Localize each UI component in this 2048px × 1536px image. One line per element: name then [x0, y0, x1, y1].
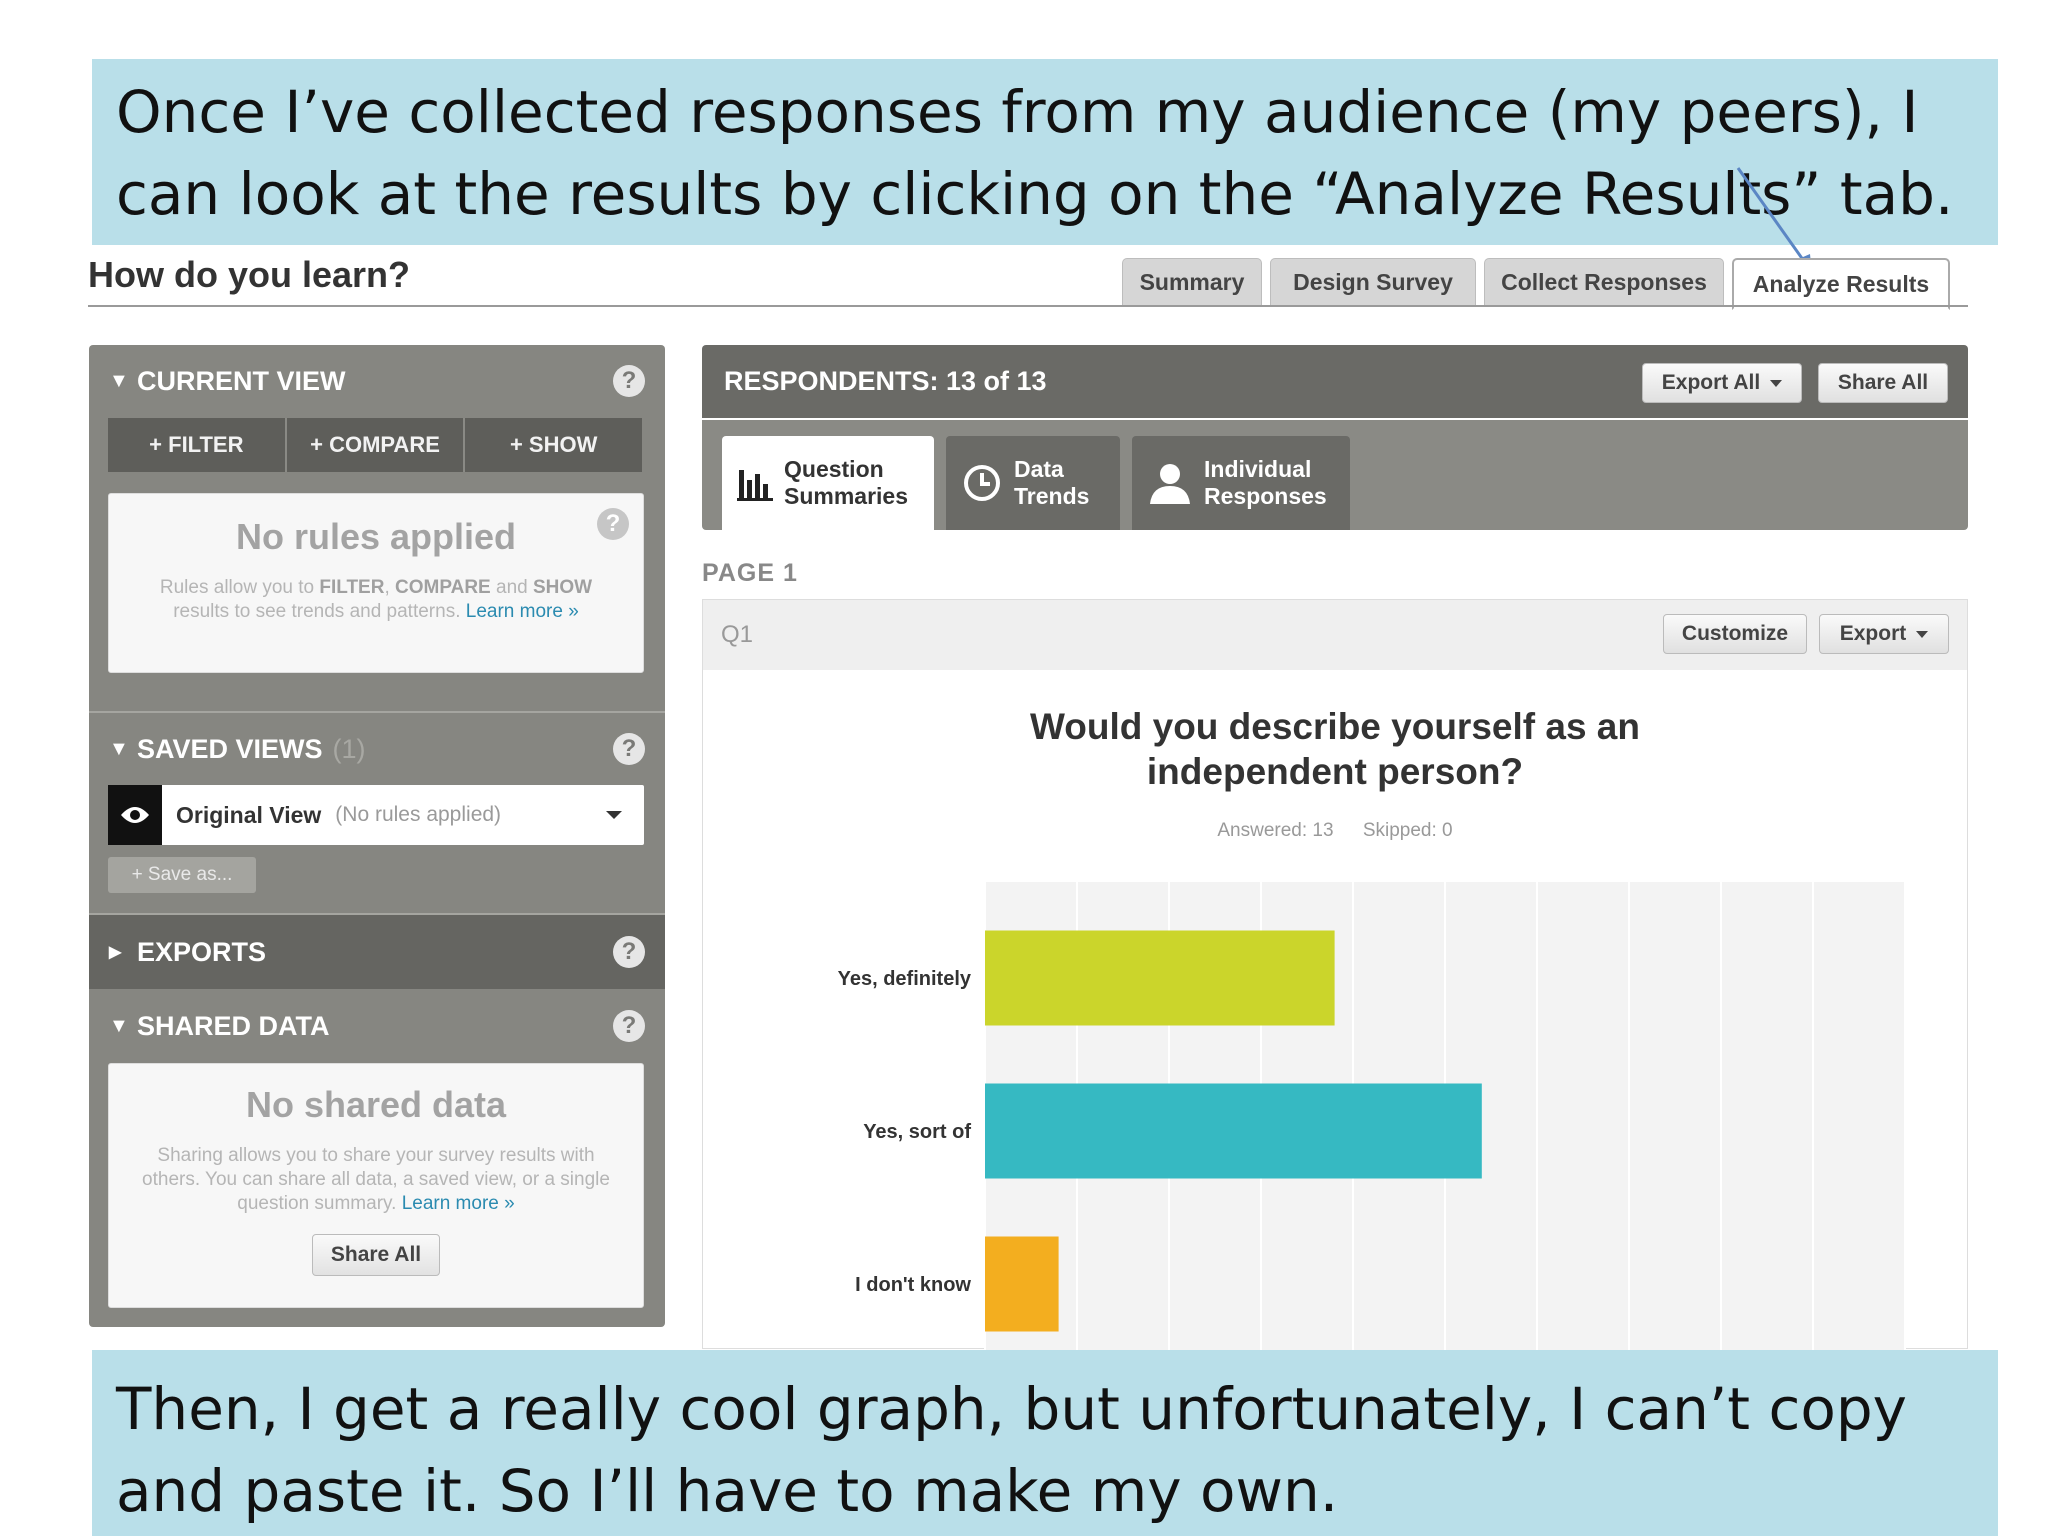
no-rules-title: No rules applied [235, 516, 517, 557]
tab-summary[interactable]: Summary [1122, 258, 1262, 306]
help-icon[interactable]: ? [613, 365, 645, 397]
help-icon[interactable]: ? [597, 508, 629, 540]
tab-design-survey[interactable]: Design Survey [1270, 258, 1476, 306]
tab-label: Individual Responses [1204, 456, 1327, 509]
tab-label: Data Trends [1014, 456, 1090, 509]
export-all-button[interactable]: Export All [1642, 363, 1802, 403]
original-view-select[interactable]: Original View (No rules applied) [108, 785, 644, 845]
shared-data-title: SHARED DATA [137, 1010, 330, 1041]
tab-label: Question Summaries [784, 456, 909, 509]
rule-buttons: + FILTER + COMPARE + SHOW [108, 418, 643, 472]
help-icon[interactable]: ? [613, 936, 645, 968]
clock-icon [962, 463, 1002, 503]
chevron-down-icon [606, 811, 622, 819]
view-subtabs: Question Summaries Data Trends Individual R… [702, 420, 1968, 530]
category-label: Yes, definitely [838, 968, 972, 990]
share-all-button[interactable]: Share All [1818, 363, 1948, 403]
category-label: I don't know [855, 1274, 971, 1296]
bar-chart-icon [736, 464, 776, 502]
current-view-header[interactable]: ▼ CURRENT VIEW ? [89, 345, 665, 417]
bar-0[interactable] [985, 930, 1335, 1026]
bar-2[interactable] [985, 1236, 1059, 1332]
help-icon[interactable]: ? [613, 1010, 645, 1042]
title-divider [88, 305, 1968, 307]
no-shared-data-box: No shared data Sharing allows you to sha… [108, 1063, 644, 1308]
tab-analyze-results[interactable]: Analyze Results [1732, 258, 1950, 310]
expand-triangle-icon: ▶ [109, 944, 122, 961]
collapse-triangle-icon: ▼ [109, 369, 129, 392]
eye-icon [108, 785, 162, 845]
tab-question-summaries[interactable]: Question Summaries [722, 436, 934, 530]
no-rules-box: ? No rules applied Rules allow you to FI… [108, 493, 644, 673]
compare-button[interactable]: + COMPARE [286, 418, 466, 472]
survey-title: How do you learn? [88, 254, 411, 295]
collapse-triangle-icon: ▼ [109, 737, 129, 760]
exports-header[interactable]: ▶ EXPORTS ? [89, 915, 665, 989]
saved-views-title: SAVED VIEWS [137, 733, 323, 764]
caption-bottom: Then, I get a really cool graph, but unf… [92, 1350, 1998, 1536]
show-button[interactable]: + SHOW [465, 418, 643, 472]
no-shared-data-title: No shared data [245, 1084, 507, 1125]
caption-top: Once I’ve collected responses from my au… [92, 59, 1998, 245]
no-rules-description: Rules allow you to FILTER, COMPARE and S… [159, 577, 593, 622]
help-icon[interactable]: ? [613, 733, 645, 765]
person-icon [1148, 462, 1192, 504]
shared-data-header[interactable]: ▼ SHARED DATA ? [89, 990, 665, 1062]
saved-views-count: (1) [332, 733, 366, 764]
tab-individual-responses[interactable]: Individual Responses [1132, 436, 1350, 530]
view-name: Original View [176, 801, 322, 828]
question-card: Q1 Customize Export Would you describe y… [702, 599, 1968, 1350]
bar-1[interactable] [985, 1083, 1482, 1179]
chevron-down-icon [1770, 379, 1783, 387]
share-all-button[interactable]: Share All [312, 1234, 440, 1276]
learn-more-link[interactable]: Learn more » [402, 1193, 515, 1214]
no-shared-data-description: Sharing allows you to share your survey … [142, 1145, 610, 1214]
tab-collect-responses[interactable]: Collect Responses [1484, 258, 1724, 306]
respondents-count: RESPONDENTS: 13 of 13 [724, 366, 1047, 396]
tab-data-trends[interactable]: Data Trends [946, 436, 1120, 530]
response-bar-chart: Yes, definitely Yes, sort of I don't know [838, 882, 1906, 1350]
sidebar: ▼ CURRENT VIEW ? + FILTER + COMPARE + SH… [89, 345, 665, 1327]
page-label: PAGE 1 [702, 559, 798, 587]
category-label: Yes, sort of [863, 1121, 971, 1143]
learn-more-link[interactable]: Learn more » [466, 601, 579, 622]
view-note: (No rules applied) [335, 803, 502, 826]
exports-title: EXPORTS [137, 936, 267, 967]
respondents-bar: RESPONDENTS: 13 of 13 Export All Share A… [702, 345, 1968, 418]
filter-button[interactable]: + FILTER [108, 418, 287, 472]
saved-views-header[interactable]: ▼ SAVED VIEWS (1) ? [89, 713, 665, 785]
current-view-title: CURRENT VIEW [137, 365, 346, 396]
save-as-button[interactable]: + Save as... [108, 857, 256, 893]
collapse-triangle-icon: ▼ [109, 1014, 129, 1037]
